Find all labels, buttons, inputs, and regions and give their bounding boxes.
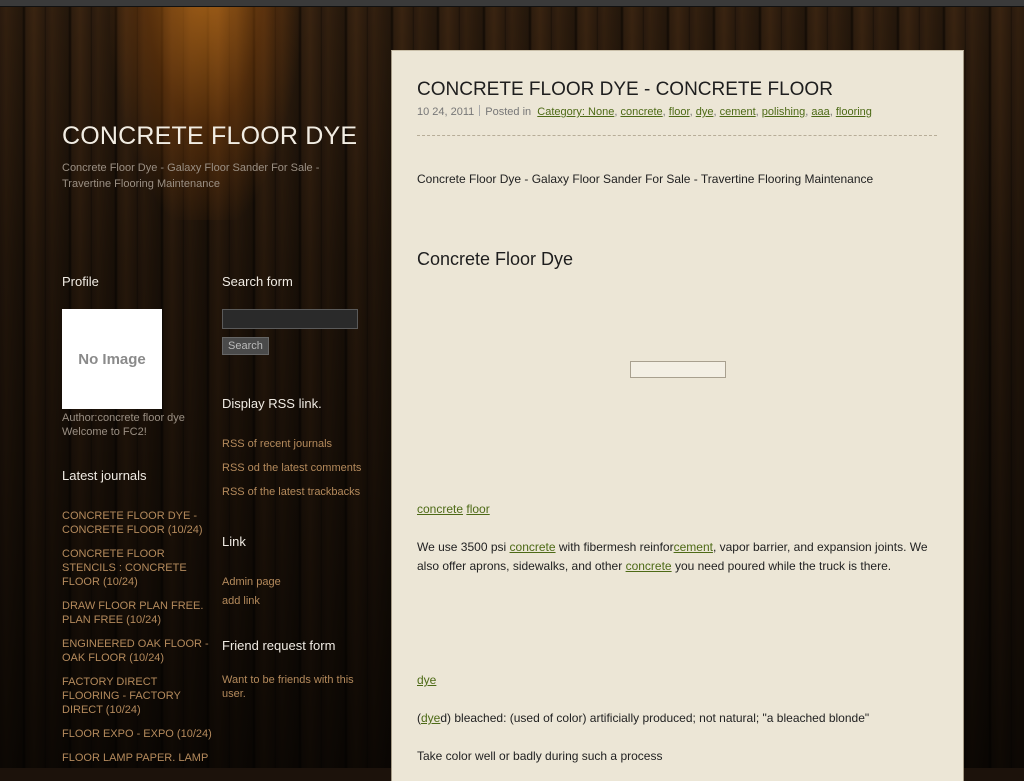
rss-section: Display RSS link. RSS of recent journals… [222, 396, 372, 499]
top-bar [0, 0, 1024, 7]
tag-link-polishing[interactable]: polishing [762, 106, 805, 118]
search-section: Search form Search [222, 274, 372, 355]
entry-panel: CONCRETE FLOOR DYE - CONCRETE FLOOR 10 2… [391, 50, 964, 781]
floor-link[interactable]: floor [466, 502, 489, 516]
friend-request-link[interactable]: Want to be friends with this user. [222, 673, 372, 701]
tag-link-flooring[interactable]: flooring [836, 106, 872, 118]
site-title[interactable]: CONCRETE FLOOR DYE [62, 122, 357, 151]
entry-intro: Concrete Floor Dye - Galaxy Floor Sander… [417, 172, 874, 186]
latest-journal-link[interactable]: CONCRETE FLOOR STENCILS : CONCRETE FLOOR… [62, 547, 212, 589]
latest-journal-link[interactable]: FACTORY DIRECT FLOORING - FACTORY DIRECT… [62, 675, 212, 717]
latest-journals-section: Latest journals CONCRETE FLOOR DYE - CON… [62, 468, 212, 765]
entry-meta: 10 24, 2011 Posted in Category: None, con… [417, 105, 872, 118]
profile-section: Profile No Image Author:concrete floor d… [62, 274, 212, 439]
tag-link-dye[interactable]: dye [696, 106, 714, 118]
profile-avatar: No Image [62, 309, 162, 409]
category-link[interactable]: Category: None [537, 106, 614, 118]
embedded-frame[interactable] [630, 361, 726, 378]
search-input[interactable] [222, 309, 358, 329]
latest-journal-link[interactable]: FLOOR LAMP PAPER. LAMP [62, 751, 212, 765]
latest-journal-link[interactable]: CONCRETE FLOOR DYE - CONCRETE FLOOR (10/… [62, 509, 212, 537]
tag-link-cement[interactable]: cement [720, 106, 756, 118]
latest-journal-link[interactable]: DRAW FLOOR PLAN FREE. PLAN FREE (10/24) [62, 599, 212, 627]
paragraph-text: with fibermesh reinfor [555, 540, 674, 554]
keyword-links: concrete floor [417, 500, 490, 519]
link-section: Link Admin page add link [222, 534, 372, 608]
concrete-link[interactable]: concrete [510, 540, 556, 554]
paragraph-text: d) bleached: (used of color) artificiall… [440, 711, 870, 725]
paragraph-text: you need poured while the truck is there… [671, 559, 892, 573]
friend-request-section: Friend request form Want to be friends w… [222, 638, 372, 701]
tag-link-aaa[interactable]: aaa [811, 106, 829, 118]
add-link-link[interactable]: add link [222, 594, 372, 608]
no-image-label: No Image [78, 350, 146, 368]
entry-paragraph-1: We use 3500 psi concrete with fibermesh … [417, 538, 937, 576]
cement-link[interactable]: cement [674, 540, 713, 554]
entry-title[interactable]: CONCRETE FLOOR DYE - CONCRETE FLOOR [417, 79, 833, 101]
entry-subheading: Concrete Floor Dye [417, 249, 574, 269]
dye-link[interactable]: dye [417, 673, 436, 687]
profile-welcome: Welcome to FC2! [62, 426, 147, 438]
posted-in-label: Posted in [485, 106, 532, 118]
search-heading: Search form [222, 274, 293, 289]
search-button[interactable]: Search [222, 337, 269, 355]
concrete-link[interactable]: concrete [417, 502, 463, 516]
rss-link-journals[interactable]: RSS of recent journals [222, 437, 372, 451]
profile-author: Author:concrete floor dye [62, 412, 185, 424]
concrete-link[interactable]: concrete [626, 559, 672, 573]
rss-link-trackbacks[interactable]: RSS of the latest trackbacks [222, 485, 372, 499]
friend-request-heading: Friend request form [222, 638, 336, 653]
entry-paragraph-2: (dyed) bleached: (used of color) artific… [417, 709, 947, 728]
paragraph-text: We use 3500 psi [417, 540, 510, 554]
dye-link[interactable]: dye [421, 711, 440, 725]
entry-paragraph-3: Take color well or badly during such a p… [417, 749, 663, 763]
tag-link-concrete[interactable]: concrete [620, 106, 662, 118]
meta-divider [479, 105, 481, 116]
rss-link-comments[interactable]: RSS od the latest comments [222, 461, 372, 475]
dye-link-line: dye [417, 671, 436, 690]
admin-page-link[interactable]: Admin page [222, 575, 372, 589]
latest-journals-heading: Latest journals [62, 468, 147, 483]
title-divider [417, 135, 937, 136]
profile-heading: Profile [62, 274, 99, 289]
tag-link-floor[interactable]: floor [669, 106, 690, 118]
site-description: Concrete Floor Dye - Galaxy Floor Sander… [62, 162, 320, 190]
latest-journal-link[interactable]: ENGINEERED OAK FLOOR - OAK FLOOR (10/24) [62, 637, 212, 665]
entry-date: 10 24, 2011 [417, 106, 475, 118]
link-heading: Link [222, 534, 246, 549]
rss-heading: Display RSS link. [222, 396, 322, 411]
latest-journal-link[interactable]: FLOOR EXPO - EXPO (10/24) [62, 727, 212, 741]
